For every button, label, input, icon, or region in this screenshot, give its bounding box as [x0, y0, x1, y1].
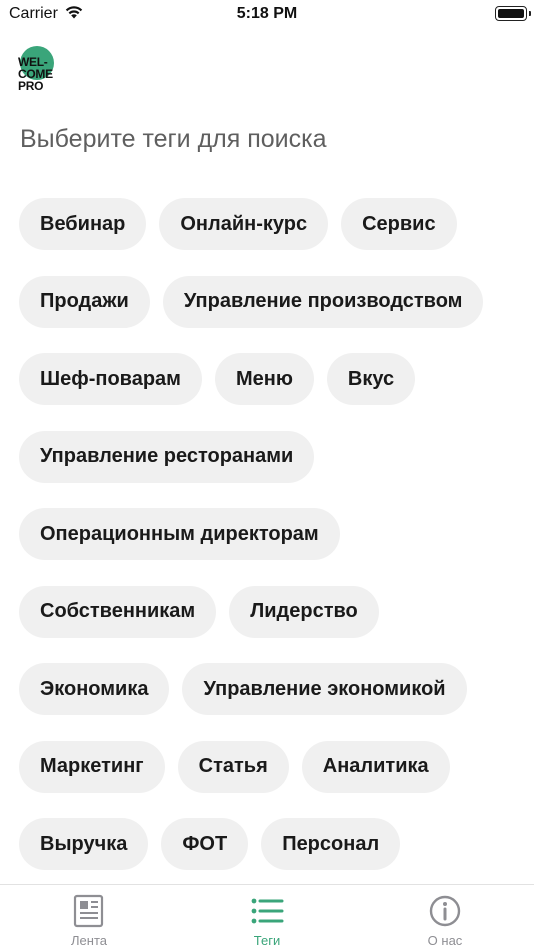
tag-chip[interactable]: Аналитика	[301, 740, 450, 793]
tag-chip[interactable]: ФОТ	[161, 818, 249, 870]
tag-chip[interactable]: Собственникам	[19, 585, 217, 638]
tag-chip[interactable]: Лидерство	[229, 585, 379, 638]
tab-bar: Лента Теги О нас	[0, 884, 534, 950]
tab-about-label: О нас	[427, 933, 463, 948]
tag-row: Шеф-поварам Меню Вкус	[19, 353, 519, 405]
clock: 5:18 PM	[236, 5, 298, 22]
tag-row: Управление ресторанами	[19, 430, 519, 483]
app-logo: WEL- COME PRO	[18, 44, 64, 96]
tag-chip[interactable]: Меню	[214, 353, 314, 405]
tag-chip[interactable]: Выручка	[19, 818, 149, 870]
tag-chip[interactable]: Маркетинг	[19, 740, 165, 793]
tag-chip[interactable]: Статья	[177, 740, 289, 793]
tag-chip[interactable]: Управление экономикой	[182, 663, 467, 715]
tag-row: Продажи Управление производством	[19, 275, 519, 328]
tag-row: Вебинар Онлайн-курс Сервис	[19, 198, 519, 250]
page-title: Выберите теги для поиска	[20, 125, 327, 153]
tag-row: Экономика Управление экономикой	[19, 663, 519, 715]
tab-feed[interactable]: Лента	[0, 885, 178, 950]
tag-row: Собственникам Лидерство	[19, 585, 519, 638]
tag-chip[interactable]: Вебинар	[19, 198, 147, 250]
tag-chip[interactable]: Онлайн-курс	[159, 198, 329, 250]
tag-chip[interactable]: Вкус	[326, 353, 416, 405]
tag-row: Выручка ФОТ Персонал	[19, 818, 519, 870]
tab-about[interactable]: О нас	[356, 885, 534, 950]
tag-chip[interactable]: Сервис	[341, 198, 457, 250]
tag-chip[interactable]: Управление ресторанами	[19, 430, 315, 483]
newspaper-icon	[73, 894, 104, 928]
tab-feed-label: Лента	[71, 933, 107, 948]
tag-chip[interactable]: Управление производством	[162, 275, 484, 328]
tab-tags[interactable]: Теги	[178, 885, 356, 950]
tag-chip[interactable]: Персонал	[261, 818, 401, 870]
info-icon	[429, 895, 461, 927]
tag-chip[interactable]: Экономика	[19, 663, 170, 715]
tab-tags-label: Теги	[253, 933, 281, 948]
list-icon	[251, 898, 284, 924]
status-bar: Carrier 5:18 PM	[0, 0, 534, 30]
logo-text: WEL- COME PRO	[18, 55, 53, 93]
tag-list: Вебинар Онлайн-курс Сервис Продажи Управлени…	[19, 198, 519, 896]
battery-icon	[495, 6, 531, 21]
tag-chip[interactable]: Шеф-поварам	[19, 353, 202, 405]
tag-chip[interactable]: Продажи	[19, 275, 150, 328]
tag-chip[interactable]: Операционным директорам	[19, 508, 340, 560]
tag-row: Маркетинг Статья Аналитика	[19, 740, 519, 793]
tag-row: Операционным директорам	[19, 508, 519, 560]
